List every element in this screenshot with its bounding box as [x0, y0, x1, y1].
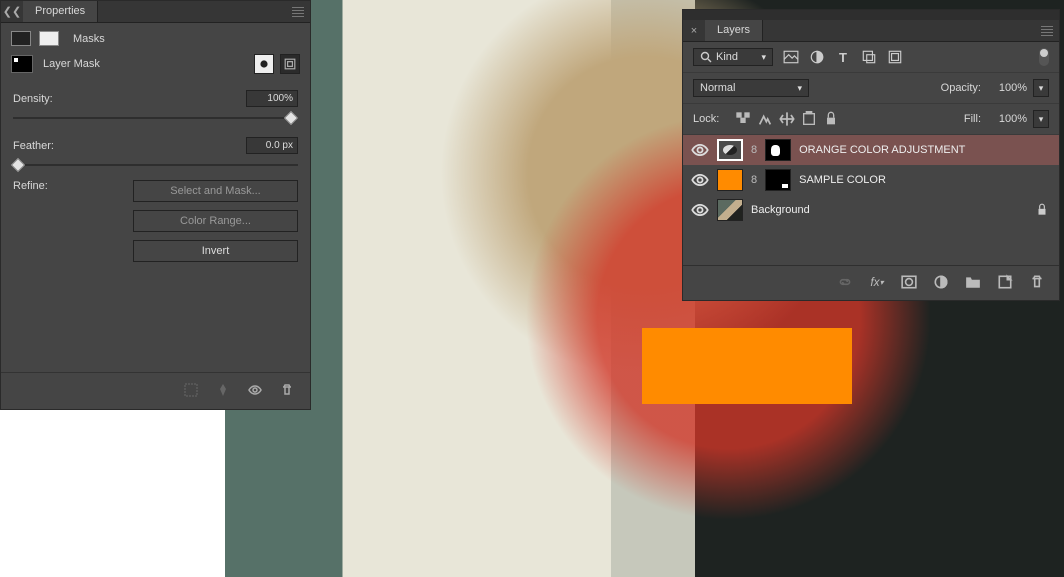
layer-style-icon[interactable]: fx▾ [869, 274, 885, 290]
collapse-panel-icon[interactable]: ❮❮ [1, 1, 23, 23]
layer-mask-label: Layer Mask [43, 58, 100, 70]
disable-mask-icon[interactable] [246, 381, 264, 399]
filter-kind-select[interactable]: Kind▾ [693, 48, 773, 66]
blend-mode-select[interactable]: Normal▾ [693, 79, 809, 97]
filter-smart-icon[interactable] [887, 49, 903, 65]
density-input[interactable] [246, 90, 298, 107]
add-mask-icon[interactable] [901, 274, 917, 290]
vector-mask-mode-icon[interactable] [39, 31, 59, 46]
layers-panel: × Layers Kind▾ T Normal▾ Opacity: 100% ▾… [682, 9, 1060, 301]
visibility-toggle-icon[interactable] [691, 141, 709, 159]
mask-boundary-icon[interactable] [182, 381, 200, 399]
layer-mask-row: Layer Mask [1, 54, 310, 84]
sample-color-box [642, 328, 852, 404]
opacity-label: Opacity: [941, 82, 981, 94]
properties-footer [1, 372, 310, 409]
new-layer-icon[interactable] [997, 274, 1013, 290]
lock-transparency-icon[interactable] [735, 111, 751, 127]
filter-pixel-icon[interactable] [783, 49, 799, 65]
layer-name[interactable]: SAMPLE COLOR [799, 174, 886, 186]
layer-orange-adjustment[interactable]: 8 ORANGE COLOR ADJUSTMENT [683, 135, 1059, 165]
add-vector-mask-icon[interactable] [280, 54, 300, 74]
lock-icon [1035, 203, 1049, 217]
feather-slider[interactable] [13, 158, 298, 172]
new-group-icon[interactable] [965, 274, 981, 290]
panel-menu-icon[interactable] [286, 7, 310, 17]
layer-mask-thumbnail[interactable] [11, 55, 33, 73]
panel-menu-icon[interactable] [1035, 26, 1059, 36]
link-layers-icon[interactable] [837, 274, 853, 290]
layer-filter-icons: T [783, 49, 903, 65]
layer-name[interactable]: ORANGE COLOR ADJUSTMENT [799, 144, 965, 156]
pasteboard [0, 478, 225, 577]
visibility-toggle-icon[interactable] [691, 171, 709, 189]
fill-dropdown-icon[interactable]: ▾ [1033, 110, 1049, 128]
lock-row: Lock: Fill: 100% ▾ [683, 104, 1059, 135]
fill-label: Fill: [964, 113, 981, 125]
filter-adjustment-icon[interactable] [809, 49, 825, 65]
lock-image-icon[interactable] [757, 111, 773, 127]
fill-value[interactable]: 100% [987, 113, 1027, 125]
color-range-button[interactable]: Color Range... [133, 210, 298, 232]
refine-label: Refine: [13, 180, 133, 262]
refine-section: Refine: Select and Mask... Color Range..… [1, 172, 310, 262]
mask-link-icon[interactable]: 8 [751, 144, 757, 156]
layer-background[interactable]: Background [683, 195, 1059, 225]
layers-tabbar: × Layers [683, 20, 1059, 42]
layers-footer: fx▾ [683, 265, 1059, 300]
delete-mask-icon[interactable] [278, 381, 296, 399]
masks-header: Masks [1, 23, 310, 54]
visibility-toggle-icon[interactable] [691, 201, 709, 219]
lock-all-icon[interactable] [823, 111, 839, 127]
layer-filter-row: Kind▾ T [683, 42, 1059, 73]
select-and-mask-button[interactable]: Select and Mask... [133, 180, 298, 202]
properties-tab[interactable]: Properties [23, 1, 98, 22]
layer-sample-color[interactable]: 8 SAMPLE COLOR [683, 165, 1059, 195]
mask-link-icon[interactable]: 8 [751, 174, 757, 186]
filter-type-icon[interactable]: T [835, 49, 851, 65]
opacity-dropdown-icon[interactable]: ▾ [1033, 79, 1049, 97]
select-pixel-mask-icon[interactable] [254, 54, 274, 74]
properties-tabbar: ❮❮ Properties [1, 1, 310, 23]
close-panel-icon[interactable]: × [683, 20, 705, 42]
adjustment-thumbnail[interactable] [717, 139, 743, 161]
opacity-value[interactable]: 100% [987, 82, 1027, 94]
lock-position-icon[interactable] [779, 111, 795, 127]
color-fill-thumbnail[interactable] [717, 169, 743, 191]
feather-input[interactable] [246, 137, 298, 154]
blend-opacity-row: Normal▾ Opacity: 100% ▾ [683, 73, 1059, 104]
density-slider[interactable] [13, 111, 298, 125]
apply-mask-icon[interactable] [214, 381, 232, 399]
feather-label: Feather: [13, 140, 54, 152]
feather-control: Feather: [1, 131, 310, 172]
filter-shape-icon[interactable] [861, 49, 877, 65]
lock-artboard-icon[interactable] [801, 111, 817, 127]
layer-thumbnail[interactable] [717, 199, 743, 221]
masks-label: Masks [73, 33, 105, 45]
pixel-mask-mode-icon[interactable] [11, 31, 31, 46]
invert-button[interactable]: Invert [133, 240, 298, 262]
new-adjustment-icon[interactable] [933, 274, 949, 290]
layers-tab[interactable]: Layers [705, 20, 763, 41]
density-control: Density: [1, 84, 310, 125]
layer-name[interactable]: Background [751, 204, 810, 216]
lock-label: Lock: [693, 113, 719, 125]
delete-layer-icon[interactable] [1029, 274, 1045, 290]
density-label: Density: [13, 93, 53, 105]
properties-panel: ❮❮ Properties Masks Layer Mask Density: … [0, 0, 311, 410]
mask-thumbnail[interactable] [765, 169, 791, 191]
mask-thumbnail[interactable] [765, 139, 791, 161]
filter-toggle[interactable] [1039, 48, 1049, 66]
